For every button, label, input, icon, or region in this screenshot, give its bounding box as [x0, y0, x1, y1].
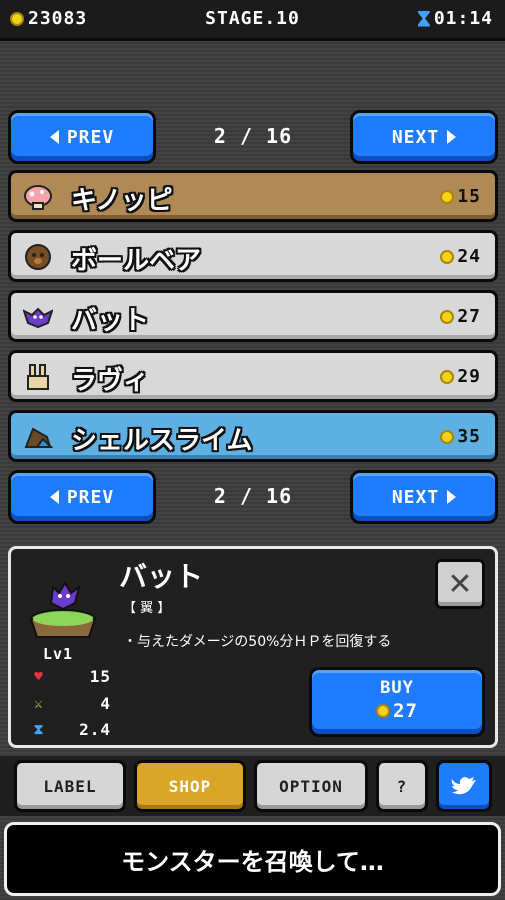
- monster-row[interactable]: ボールベア 24: [8, 230, 498, 282]
- rabbit-icon: [27, 364, 49, 390]
- stat-speed-value: 2.4: [79, 720, 111, 739]
- arrow-left-icon: [49, 130, 59, 144]
- price-value: 15: [457, 186, 481, 207]
- twitter-button[interactable]: [436, 760, 492, 812]
- monster-portrait-icon: [29, 581, 97, 638]
- detail-monster-name: バット: [119, 560, 204, 593]
- close-icon: ✕: [447, 566, 473, 602]
- arrow-right-icon: [447, 490, 457, 504]
- monster-price: 27: [440, 306, 481, 327]
- stat-speed: ⧗ 2.4: [29, 720, 111, 739]
- coin-icon: [440, 429, 455, 444]
- coin-icon: [440, 309, 455, 324]
- shell-slime-icon: [24, 427, 53, 448]
- monster-row[interactable]: キノッピ 15: [8, 170, 498, 222]
- price-value: 29: [457, 366, 481, 387]
- shop-button[interactable]: SHOP: [134, 760, 246, 812]
- bottom-menu: LABEL SHOP OPTION ?: [0, 756, 505, 816]
- next-button[interactable]: NEXT: [350, 470, 498, 524]
- monster-name: ボールベア: [71, 246, 202, 276]
- monster-price: 15: [440, 186, 481, 207]
- timer-value: 01:14: [433, 8, 493, 29]
- monster-level: Lv1: [43, 645, 74, 663]
- stat-hp: ♥ 15: [29, 667, 111, 686]
- next-button[interactable]: NEXT: [350, 110, 498, 164]
- next-label: NEXT: [391, 486, 440, 508]
- monster-price: 35: [440, 426, 481, 447]
- monster-detail-panel: Lv1 ♥ 15 ⚔ 4 ⧗ 2.4 バット 【 翼 】 ・与えたダメージの50…: [8, 546, 498, 748]
- heart-icon: ♥: [34, 668, 44, 685]
- monster-name: バット: [71, 306, 150, 336]
- pager-bottom: PREV 2 / 16 NEXT: [8, 470, 498, 526]
- hourglass-icon: ⧗: [33, 721, 45, 738]
- monster-row[interactable]: バット 27: [8, 290, 498, 342]
- price-value: 24: [457, 246, 481, 267]
- pager-top: PREV 2 / 16 NEXT: [8, 110, 498, 166]
- ball-bear-icon: [25, 244, 51, 270]
- buy-price-value: 27: [393, 700, 418, 722]
- price-value: 35: [457, 426, 481, 447]
- arrow-right-icon: [447, 130, 457, 144]
- monster-row[interactable]: シェルスライム 35: [8, 410, 498, 462]
- page-indicator: 2 / 16: [213, 484, 293, 508]
- stat-attack: ⚔ 4: [29, 694, 111, 713]
- mushroom-icon: [24, 185, 52, 210]
- twitter-bird-icon: [451, 777, 476, 795]
- prev-button[interactable]: PREV: [8, 110, 156, 164]
- stat-attack-value: 4: [100, 694, 111, 713]
- help-button[interactable]: ?: [376, 760, 428, 812]
- prev-button[interactable]: PREV: [8, 470, 156, 524]
- message-box: モンスターを召喚して…: [4, 822, 501, 896]
- next-label: NEXT: [391, 126, 440, 148]
- arrow-left-icon: [49, 490, 59, 504]
- label-button[interactable]: LABEL: [14, 760, 126, 812]
- prev-label: PREV: [66, 126, 115, 148]
- stat-hp-value: 15: [89, 667, 111, 686]
- page-indicator: 2 / 16: [213, 124, 293, 148]
- monster-name: シェルスライム: [71, 426, 253, 456]
- buy-price: 27: [312, 700, 482, 722]
- monster-row[interactable]: ラヴィ 29: [8, 350, 498, 402]
- monster-price: 29: [440, 366, 481, 387]
- coin-icon: [440, 369, 455, 384]
- sword-icon: ⚔: [34, 695, 44, 712]
- detail-monster-description: ・与えたダメージの50%分ＨＰを回復する: [123, 634, 392, 650]
- coin-icon: [376, 704, 391, 718]
- price-value: 27: [457, 306, 481, 327]
- option-button[interactable]: OPTION: [254, 760, 368, 812]
- timer: 01:14: [418, 8, 493, 29]
- buy-label: BUY: [380, 678, 414, 698]
- coin-icon: [440, 249, 455, 264]
- prev-label: PREV: [66, 486, 115, 508]
- top-hud: 23083 STAGE.10 01:14: [0, 0, 505, 41]
- monster-name: ラヴィ: [71, 366, 150, 396]
- monster-price: 24: [440, 246, 481, 267]
- hourglass-icon: [418, 11, 430, 27]
- close-button[interactable]: ✕: [435, 559, 485, 609]
- monster-name: キノッピ: [71, 186, 173, 216]
- buy-button[interactable]: BUY 27: [309, 667, 485, 737]
- detail-monster-type: 【 翼 】: [123, 601, 171, 616]
- bat-icon: [23, 307, 53, 329]
- coin-icon: [440, 189, 455, 204]
